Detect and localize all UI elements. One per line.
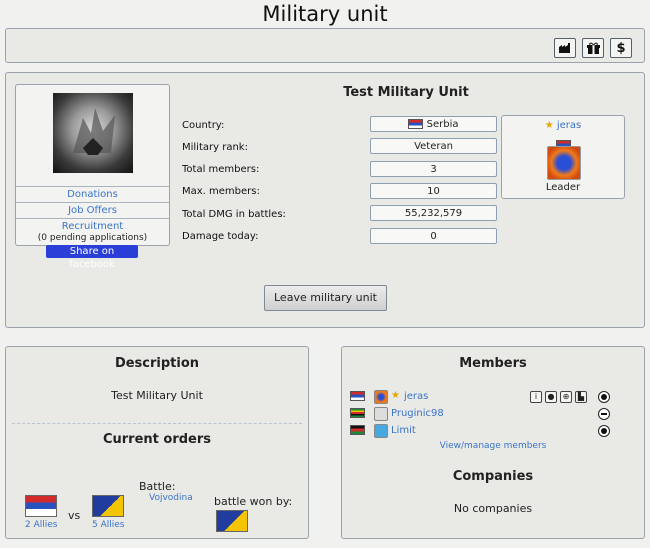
zimbabwe-flag-icon bbox=[350, 408, 365, 418]
member-name[interactable]: Limit bbox=[391, 425, 416, 436]
leave-military-unit-button[interactable]: Leave military unit bbox=[264, 285, 387, 311]
list-item: ★ jeras i ● ⊕ ▙ bbox=[350, 390, 630, 404]
factory-icon[interactable]: ▙ bbox=[575, 391, 587, 403]
member-name[interactable]: jeras bbox=[404, 391, 428, 402]
winner-flag-icon bbox=[216, 510, 248, 532]
dollar-icon[interactable]: $ bbox=[610, 38, 632, 58]
serbia-flag-icon bbox=[408, 119, 424, 129]
companies-text: No companies bbox=[453, 502, 533, 515]
unit-avatar bbox=[53, 93, 133, 173]
unit-panel: Donations Job Offers Recruitment (0 pend… bbox=[5, 72, 645, 328]
remove-icon[interactable] bbox=[598, 408, 610, 420]
companies-heading: Companies bbox=[452, 469, 534, 484]
total-dmg-label: Total DMG in battles: bbox=[182, 209, 286, 220]
share-facebook-button[interactable]: Share on facebook bbox=[46, 245, 138, 270]
leader-box: ★ jeras Leader bbox=[501, 115, 625, 199]
description-text: Test Military Unit bbox=[111, 389, 203, 402]
description-heading: Description bbox=[114, 356, 200, 371]
country-label: Country: bbox=[182, 120, 225, 131]
star-icon: ★ bbox=[391, 390, 400, 401]
divider bbox=[12, 423, 302, 424]
member-avatar[interactable] bbox=[374, 424, 388, 438]
factory-icon[interactable] bbox=[554, 38, 576, 58]
battle-label: Battle: bbox=[139, 480, 176, 493]
leader-avatar[interactable] bbox=[547, 146, 581, 180]
leader-name-row: ★ jeras bbox=[502, 120, 624, 131]
battle-link[interactable]: Vojvodina bbox=[149, 493, 193, 503]
damage-today-value: 0 bbox=[370, 228, 497, 244]
radio-icon[interactable] bbox=[598, 425, 610, 437]
left-allies-link[interactable]: 2 Allies bbox=[25, 520, 57, 530]
job-offers-link[interactable]: Job Offers bbox=[16, 202, 169, 218]
leader-name[interactable]: jeras bbox=[557, 120, 581, 131]
right-allies-link[interactable]: 5 Allies bbox=[92, 520, 124, 530]
country-name: Serbia bbox=[426, 119, 459, 130]
serbia-flag-icon bbox=[350, 391, 365, 401]
members-panel: Members ★ jeras i ● ⊕ ▙ Pruginic98 Limit… bbox=[341, 346, 645, 539]
unit-name: Test Military Unit bbox=[343, 85, 469, 100]
leader-role: Leader bbox=[545, 182, 581, 193]
info-icon[interactable]: i bbox=[530, 391, 542, 403]
total-members-label: Total members: bbox=[182, 164, 260, 175]
total-dmg-value: 55,232,579 bbox=[370, 205, 497, 221]
toolbar: $ bbox=[5, 28, 645, 63]
current-orders-heading: Current orders bbox=[102, 432, 212, 447]
max-members-value: 10 bbox=[370, 183, 497, 199]
max-members-label: Max. members: bbox=[182, 186, 260, 197]
vs-label: vs bbox=[68, 509, 81, 522]
bosnia-flag-icon bbox=[92, 495, 124, 517]
donations-link[interactable]: Donations bbox=[16, 186, 169, 202]
description-panel: Description Test Military Unit Current o… bbox=[5, 346, 309, 539]
member-avatar[interactable] bbox=[374, 390, 388, 404]
page-title: Military unit bbox=[262, 2, 388, 26]
won-by-label: battle won by: bbox=[214, 495, 293, 508]
members-heading: Members bbox=[459, 356, 527, 371]
country-value: Serbia bbox=[370, 116, 497, 132]
target-icon[interactable]: ⊕ bbox=[560, 391, 572, 403]
unit-avatar-box: Donations Job Offers Recruitment (0 pend… bbox=[15, 84, 170, 246]
star-icon: ★ bbox=[544, 120, 554, 131]
serbia-flag-icon bbox=[25, 495, 57, 517]
member-name[interactable]: Pruginic98 bbox=[391, 408, 444, 419]
rank-label: Military rank: bbox=[182, 142, 248, 153]
recruitment-link[interactable]: Recruitment bbox=[16, 218, 169, 234]
rank-value: Veteran bbox=[370, 138, 497, 154]
malawi-flag-icon bbox=[350, 425, 365, 435]
pending-applications: (0 pending applications) bbox=[37, 233, 148, 243]
gift-icon[interactable] bbox=[582, 38, 604, 58]
list-item: Limit bbox=[350, 424, 630, 438]
radio-icon[interactable] bbox=[598, 391, 610, 403]
member-avatar[interactable] bbox=[374, 407, 388, 421]
view-manage-members-link[interactable]: View/manage members bbox=[342, 441, 644, 451]
user-icon[interactable]: ● bbox=[545, 391, 557, 403]
damage-today-label: Damage today: bbox=[182, 231, 259, 242]
total-members-value: 3 bbox=[370, 161, 497, 177]
list-item: Pruginic98 bbox=[350, 407, 630, 421]
